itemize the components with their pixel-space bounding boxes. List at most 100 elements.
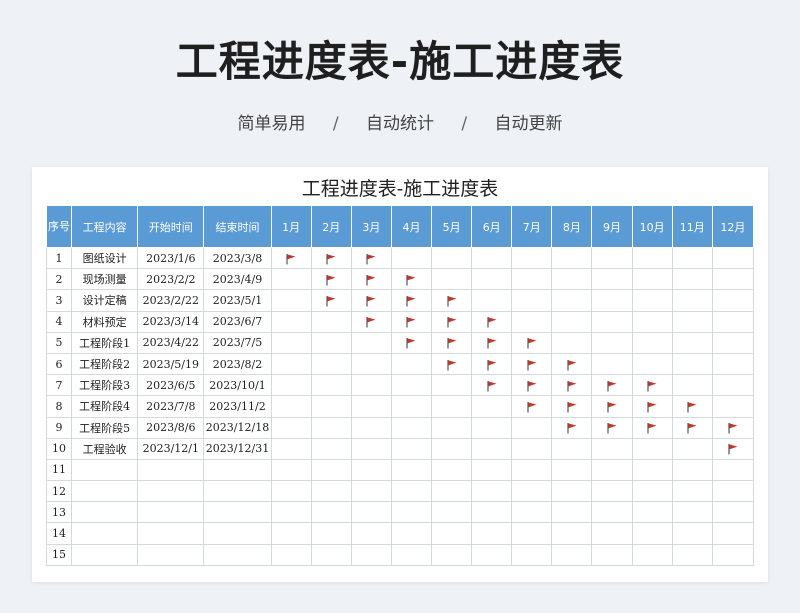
- cell-month-2[interactable]: [310, 352, 352, 376]
- cell-month-4[interactable]: [390, 331, 433, 354]
- cell-month-4[interactable]: [390, 395, 433, 418]
- cell-no[interactable]: 14: [45, 522, 73, 545]
- cell-month-4[interactable]: [390, 352, 433, 376]
- cell-task[interactable]: [71, 480, 139, 503]
- cell-start[interactable]: 2023/12/1: [137, 437, 205, 460]
- cell-month-11[interactable]: [671, 480, 713, 503]
- cell-month-12[interactable]: [711, 374, 755, 397]
- cell-end[interactable]: 2023/6/7: [203, 310, 272, 333]
- cell-month-8[interactable]: [551, 543, 593, 566]
- cell-month-5[interactable]: [431, 374, 473, 397]
- cell-month-8[interactable]: [551, 437, 593, 460]
- cell-month-2[interactable]: [310, 331, 352, 354]
- cell-month-2[interactable]: [310, 437, 352, 460]
- cell-month-2[interactable]: [310, 374, 352, 397]
- cell-start[interactable]: [137, 543, 205, 566]
- cell-start[interactable]: 2023/6/5: [137, 374, 205, 397]
- cell-month-6[interactable]: [471, 310, 513, 333]
- cell-end[interactable]: 2023/7/5: [203, 331, 272, 354]
- cell-month-9[interactable]: [591, 501, 633, 524]
- cell-no[interactable]: 1: [45, 246, 73, 270]
- cell-month-9[interactable]: [591, 416, 633, 439]
- column-header[interactable]: 9月: [591, 205, 633, 248]
- cell-no[interactable]: 10: [45, 437, 73, 460]
- cell-month-3[interactable]: [350, 458, 392, 482]
- cell-month-1[interactable]: [270, 310, 312, 333]
- cell-month-5[interactable]: [431, 395, 473, 418]
- cell-month-12[interactable]: [711, 331, 755, 354]
- cell-month-4[interactable]: [390, 268, 433, 291]
- cell-month-7[interactable]: [511, 501, 553, 524]
- cell-month-10[interactable]: [631, 522, 673, 545]
- cell-task[interactable]: [71, 543, 139, 566]
- cell-end[interactable]: [203, 501, 272, 524]
- cell-month-7[interactable]: [511, 374, 553, 397]
- cell-month-2[interactable]: [310, 268, 352, 291]
- cell-month-1[interactable]: [270, 501, 312, 524]
- cell-month-4[interactable]: [390, 480, 433, 503]
- cell-month-5[interactable]: [431, 310, 473, 333]
- cell-month-3[interactable]: [350, 416, 392, 439]
- cell-month-2[interactable]: [310, 458, 352, 482]
- cell-month-3[interactable]: [350, 480, 392, 503]
- table-row[interactable]: 14: [45, 522, 755, 545]
- cell-month-11[interactable]: [671, 522, 713, 545]
- cell-month-4[interactable]: [390, 310, 433, 333]
- cell-end[interactable]: 2023/3/8: [203, 246, 272, 270]
- cell-month-3[interactable]: [350, 352, 392, 376]
- cell-month-1[interactable]: [270, 543, 312, 566]
- cell-month-2[interactable]: [310, 543, 352, 566]
- cell-month-11[interactable]: [671, 501, 713, 524]
- cell-month-5[interactable]: [431, 458, 473, 482]
- cell-month-6[interactable]: [471, 374, 513, 397]
- cell-month-12[interactable]: [711, 416, 755, 439]
- cell-month-11[interactable]: [671, 289, 713, 312]
- column-header[interactable]: 11月: [671, 205, 713, 248]
- cell-month-1[interactable]: [270, 268, 312, 291]
- table-row[interactable]: 11: [45, 458, 755, 482]
- cell-no[interactable]: 4: [45, 310, 73, 333]
- cell-task[interactable]: 设计定稿: [71, 289, 139, 312]
- cell-month-3[interactable]: [350, 268, 392, 291]
- cell-start[interactable]: 2023/8/6: [137, 416, 205, 439]
- table-row[interactable]: 12: [45, 480, 755, 503]
- column-header[interactable]: 1月: [270, 205, 312, 248]
- cell-task[interactable]: [71, 522, 139, 545]
- cell-month-12[interactable]: [711, 289, 755, 312]
- cell-month-7[interactable]: [511, 522, 553, 545]
- cell-month-9[interactable]: [591, 543, 633, 566]
- cell-month-11[interactable]: [671, 331, 713, 354]
- cell-month-9[interactable]: [591, 374, 633, 397]
- cell-month-10[interactable]: [631, 374, 673, 397]
- cell-month-8[interactable]: [551, 480, 593, 503]
- cell-month-5[interactable]: [431, 522, 473, 545]
- cell-month-6[interactable]: [471, 458, 513, 482]
- cell-month-7[interactable]: [511, 331, 553, 354]
- cell-month-12[interactable]: [711, 437, 755, 460]
- column-header[interactable]: 8月: [551, 205, 593, 248]
- cell-month-10[interactable]: [631, 331, 673, 354]
- cell-start[interactable]: 2023/2/22: [137, 289, 205, 312]
- cell-month-11[interactable]: [671, 310, 713, 333]
- cell-month-9[interactable]: [591, 458, 633, 482]
- cell-month-7[interactable]: [511, 289, 553, 312]
- cell-month-3[interactable]: [350, 501, 392, 524]
- cell-end[interactable]: 2023/12/31: [203, 437, 272, 460]
- cell-month-10[interactable]: [631, 395, 673, 418]
- cell-end[interactable]: [203, 480, 272, 503]
- column-header[interactable]: 6月: [471, 205, 513, 248]
- cell-month-8[interactable]: [551, 458, 593, 482]
- column-header[interactable]: 序号: [45, 205, 73, 248]
- cell-start[interactable]: [137, 501, 205, 524]
- cell-month-1[interactable]: [270, 522, 312, 545]
- cell-task[interactable]: 工程阶段2: [71, 352, 139, 376]
- cell-month-11[interactable]: [671, 437, 713, 460]
- cell-month-7[interactable]: [511, 352, 553, 376]
- cell-month-9[interactable]: [591, 289, 633, 312]
- cell-month-2[interactable]: [310, 480, 352, 503]
- cell-end[interactable]: [203, 522, 272, 545]
- cell-month-3[interactable]: [350, 310, 392, 333]
- cell-month-10[interactable]: [631, 246, 673, 270]
- cell-start[interactable]: 2023/3/14: [137, 310, 205, 333]
- cell-month-4[interactable]: [390, 416, 433, 439]
